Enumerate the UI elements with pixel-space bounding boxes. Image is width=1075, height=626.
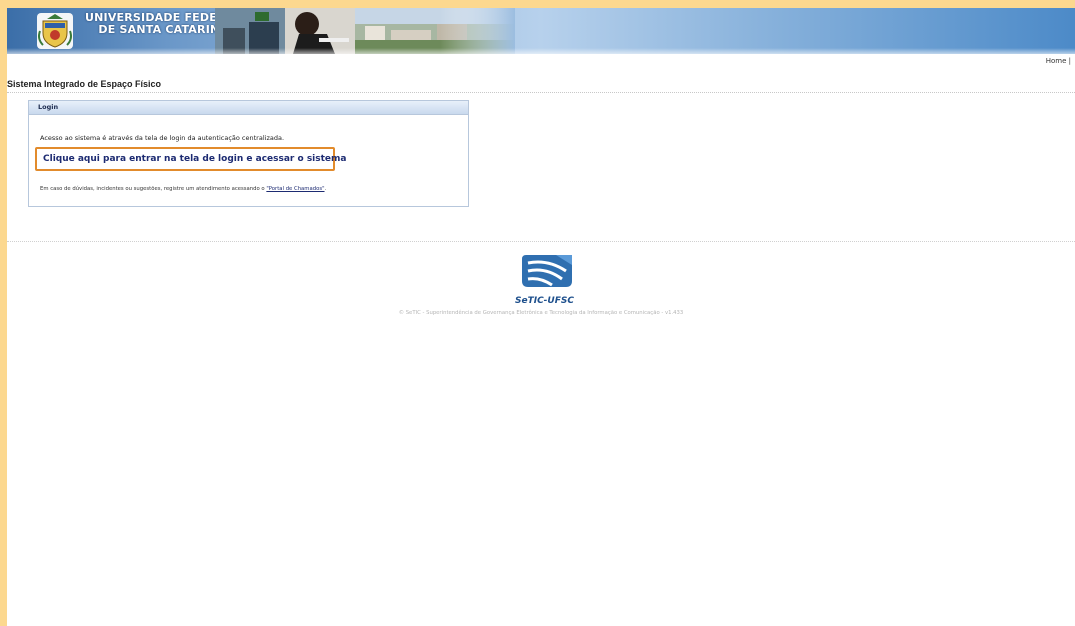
login-info-text: Acesso ao sistema é através da tela de l… bbox=[40, 134, 285, 142]
university-crest-icon bbox=[37, 13, 73, 49]
login-panel: Login Acesso ao sistema é através da tel… bbox=[28, 100, 469, 207]
browser-page: UNIVERSIDADE FEDERAL DE SANTA CATARINA H… bbox=[7, 8, 1075, 626]
header-banner: UNIVERSIDADE FEDERAL DE SANTA CATARINA bbox=[7, 8, 1075, 54]
login-link[interactable]: Clique aqui para entrar na tela de login… bbox=[43, 154, 346, 164]
banner-fade bbox=[7, 48, 1075, 54]
page-title: Sistema Integrado de Espaço Físico bbox=[7, 79, 162, 89]
footer-divider bbox=[7, 241, 1075, 242]
login-panel-title: Login bbox=[29, 101, 468, 115]
login-link-highlight: Clique aqui para entrar na tela de login… bbox=[35, 147, 346, 171]
support-text-prefix: Em caso de dúvidas, incidentes ou sugest… bbox=[40, 186, 267, 192]
setic-logo-text: SeTIC-UFSC bbox=[515, 296, 574, 306]
support-text-suffix: . bbox=[324, 186, 327, 192]
home-link[interactable]: Home | bbox=[1046, 57, 1071, 65]
portal-de-chamados-link[interactable]: "Portal de Chamados" bbox=[266, 186, 324, 192]
support-text: Em caso de dúvidas, incidentes ou sugest… bbox=[40, 186, 326, 192]
setic-logo-icon bbox=[522, 255, 572, 287]
footer-copyright: © SeTIC - Superintendência de Governança… bbox=[398, 310, 684, 316]
title-divider bbox=[7, 92, 1075, 93]
